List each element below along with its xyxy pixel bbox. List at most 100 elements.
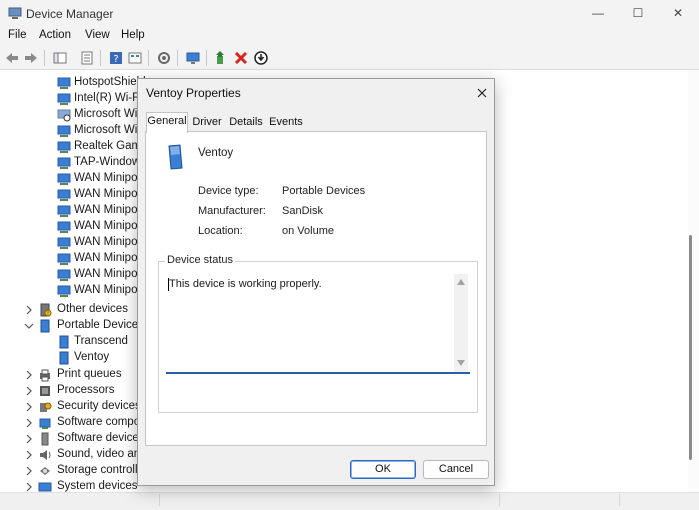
view-icon[interactable] xyxy=(127,50,143,66)
location-value: on Volume xyxy=(282,225,334,237)
chevron-right-icon[interactable] xyxy=(24,418,34,428)
tree-item-label: WAN Minipo xyxy=(74,236,138,248)
cancel-button[interactable]: Cancel xyxy=(423,460,489,479)
location-label: Location: xyxy=(198,225,243,237)
device-status-label: Device status xyxy=(165,254,236,266)
svg-text:!: ! xyxy=(47,311,49,317)
chevron-right-icon[interactable] xyxy=(24,386,34,396)
chevron-right-icon[interactable] xyxy=(24,482,34,492)
tab-driver[interactable]: Driver xyxy=(190,114,224,132)
toolbar: ? xyxy=(0,46,699,70)
forward-arrow-icon[interactable] xyxy=(23,50,39,66)
chevron-right-icon[interactable] xyxy=(24,370,34,380)
toolbar-separator xyxy=(206,50,207,66)
tree-item-label: TAP-Window xyxy=(74,156,141,168)
tab-details[interactable]: Details xyxy=(228,114,264,132)
network-adapter-icon xyxy=(57,157,71,169)
close-button[interactable]: ✕ xyxy=(658,0,698,26)
menu-bar: File Action View Help xyxy=(0,26,699,46)
help-icon[interactable]: ? xyxy=(108,50,124,66)
system-device-icon xyxy=(38,482,52,492)
network-adapter-icon xyxy=(57,93,71,105)
network-adapter-icon xyxy=(57,173,71,185)
network-adapter-icon xyxy=(57,205,71,217)
network-adapter-icon xyxy=(57,253,71,265)
toolbar-separator xyxy=(100,50,101,66)
minimize-button[interactable]: — xyxy=(578,0,618,26)
tree-item-label: WAN Minipo xyxy=(74,252,138,264)
tree-item-label: Security devices xyxy=(57,400,141,412)
console-tree-icon[interactable] xyxy=(52,50,68,66)
dialog-close-icon[interactable] xyxy=(472,83,492,103)
portable-device-icon xyxy=(59,351,69,365)
device-status-textbox[interactable]: This device is working properly. xyxy=(166,274,470,374)
chevron-right-icon[interactable] xyxy=(24,434,34,444)
scroll-up-arrow-icon[interactable] xyxy=(457,279,465,285)
toolbar-separator xyxy=(44,50,45,66)
menu-action[interactable]: Action xyxy=(39,29,71,41)
network-adapter-icon xyxy=(57,269,71,281)
network-adapter-icon xyxy=(57,285,71,297)
ok-button[interactable]: OK xyxy=(350,460,416,479)
chevron-down-icon[interactable] xyxy=(24,321,34,331)
properties-icon[interactable] xyxy=(79,50,95,66)
toolbar-separator xyxy=(177,50,178,66)
properties-dialog: Ventoy Properties General Driver Details… xyxy=(137,78,495,486)
scroll-down-arrow-icon[interactable] xyxy=(457,360,465,366)
uninstall-icon[interactable] xyxy=(233,50,249,66)
tab-general[interactable]: General xyxy=(146,112,188,133)
chevron-right-icon[interactable] xyxy=(24,402,34,412)
tree-item-label: Transcend xyxy=(74,335,128,347)
chevron-right-icon[interactable] xyxy=(24,450,34,460)
manufacturer-value: SanDisk xyxy=(282,205,323,217)
chevron-right-icon[interactable] xyxy=(24,305,34,315)
general-tab-panel: Ventoy Device type: Portable Devices Man… xyxy=(145,131,487,446)
status-bar-pane xyxy=(160,494,500,506)
network-adapter-icon xyxy=(57,221,71,233)
tree-item-label: WAN Minipo xyxy=(74,284,138,296)
device-status-text: This device is working properly. xyxy=(169,278,322,290)
menu-help[interactable]: Help xyxy=(121,29,145,41)
update-driver-icon[interactable] xyxy=(213,50,229,66)
tree-item-label: Software compo xyxy=(57,416,141,428)
window-title: Device Manager xyxy=(26,7,114,21)
status-bar-pane xyxy=(500,494,620,506)
disable-device-icon[interactable] xyxy=(253,50,269,66)
manufacturer-label: Manufacturer: xyxy=(198,205,266,217)
tree-item-label: Storage controlle xyxy=(57,464,144,476)
status-scrollbar[interactable] xyxy=(454,274,468,372)
tree-item-label: WAN Minipo xyxy=(74,204,138,216)
vertical-scrollbar-thumb[interactable] xyxy=(689,235,692,460)
device-type-value: Portable Devices xyxy=(282,185,366,197)
maximize-button[interactable]: ☐ xyxy=(618,0,658,26)
tree-item-label: Sound, video and xyxy=(57,448,147,460)
menu-file[interactable]: File xyxy=(8,29,27,41)
tree-item-label: Realtek Gami xyxy=(74,140,144,152)
unknown-device-icon: ! xyxy=(40,303,52,317)
tree-item-label: WAN Minipo xyxy=(74,268,138,280)
tab-events[interactable]: Events xyxy=(268,114,304,132)
dialog-title: Ventoy Properties xyxy=(146,86,241,100)
network-adapter-icon xyxy=(57,189,71,201)
network-adapter-icon xyxy=(57,141,71,153)
tree-item-label: WAN Minipo xyxy=(74,188,138,200)
tree-item-label: Intel(R) Wi-Fi xyxy=(74,92,142,104)
tree-item-label: Processors xyxy=(57,384,115,396)
tree-item-label: Ventoy xyxy=(74,351,110,363)
monitor-icon[interactable] xyxy=(185,50,201,66)
tree-item-label: System devices xyxy=(57,480,138,492)
scan-hardware-icon[interactable] xyxy=(156,50,172,66)
menu-view[interactable]: View xyxy=(85,29,110,41)
network-adapter-icon xyxy=(57,77,71,89)
software-component-icon xyxy=(39,418,51,429)
device-type-label: Device type: xyxy=(198,185,259,197)
tree-item-label: Microsoft Wi xyxy=(74,108,138,120)
title-bar: Device Manager — ☐ ✕ xyxy=(0,0,699,26)
software-device-icon xyxy=(41,432,49,446)
back-arrow-icon[interactable] xyxy=(4,50,20,66)
toolbar-separator xyxy=(148,50,149,66)
svg-text:?: ? xyxy=(113,54,118,65)
status-bar-pane xyxy=(0,494,160,506)
chevron-right-icon[interactable] xyxy=(24,466,34,476)
tree-item-label: WAN Minipo xyxy=(74,172,138,184)
